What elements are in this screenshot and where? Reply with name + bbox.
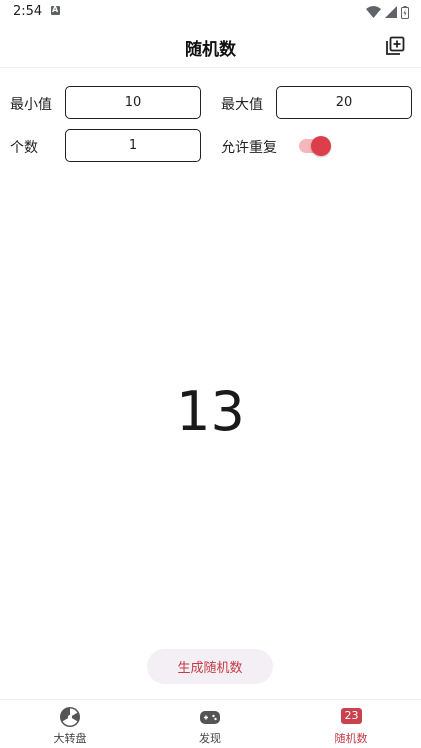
status-bar: 2:54 <box>0 0 421 24</box>
wifi-icon <box>366 6 381 18</box>
nav-label-wheel: 大转盘 <box>53 732 87 745</box>
gamepad-icon <box>200 711 220 724</box>
bottom-nav: 大转盘 发现 23 随机数 <box>0 699 421 748</box>
nav-label-discover: 发现 <box>199 732 221 745</box>
battery-icon <box>401 5 409 19</box>
nav-item-random-number[interactable]: 23 随机数 <box>301 700 401 748</box>
status-time: 2:54 <box>13 4 43 19</box>
count-input[interactable] <box>65 129 201 162</box>
page-title: 随机数 <box>185 40 236 60</box>
min-value-input[interactable] <box>65 86 201 119</box>
max-label: 最大值 <box>221 97 263 113</box>
generate-button[interactable]: 生成随机数 <box>147 649 273 684</box>
switch-thumb <box>311 136 331 156</box>
allow-repeat-label: 允许重复 <box>221 140 277 156</box>
result-number: 13 <box>176 380 245 443</box>
nav-item-discover[interactable]: 发现 <box>160 700 260 748</box>
nav-item-wheel[interactable]: 大转盘 <box>20 700 120 748</box>
add-box-icon[interactable] <box>384 35 406 57</box>
allow-repeat-switch[interactable] <box>299 136 333 156</box>
count-label: 个数 <box>10 140 38 156</box>
signal-icon <box>385 6 397 18</box>
wheel-icon <box>60 707 80 727</box>
nav-label-random-number: 随机数 <box>334 732 368 745</box>
max-value-input[interactable] <box>276 86 412 119</box>
number-23-icon: 23 <box>341 708 362 724</box>
status-icons <box>366 5 409 19</box>
app-bar: 随机数 <box>0 24 421 68</box>
min-label: 最小值 <box>10 97 52 113</box>
notification-app-icon <box>51 5 60 15</box>
